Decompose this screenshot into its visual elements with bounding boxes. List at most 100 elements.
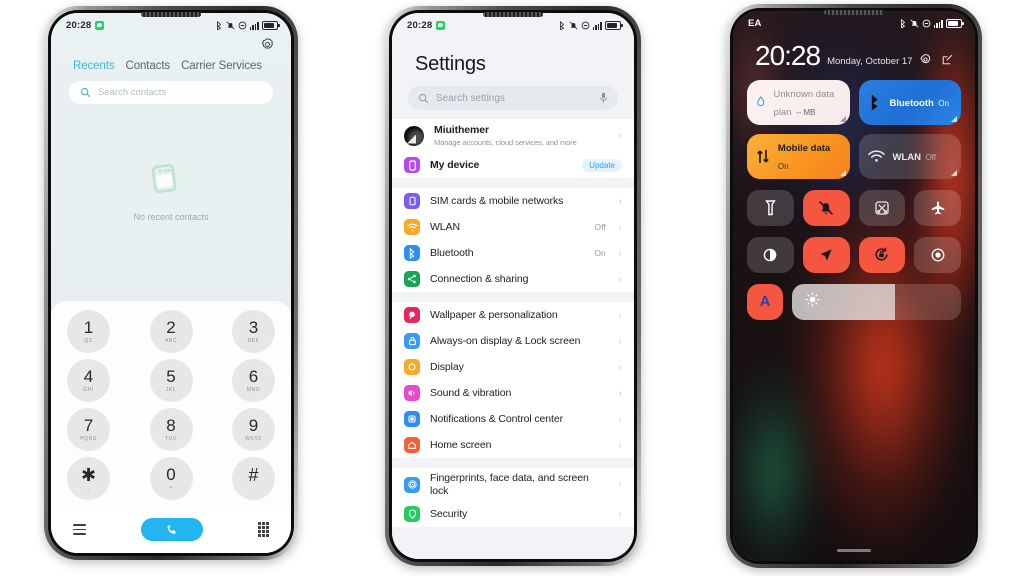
status-left: 20:28: [66, 20, 105, 31]
dialpad-key-star[interactable]: ✱,: [67, 457, 110, 500]
page-title: Settings: [415, 53, 486, 75]
bluetooth-tile[interactable]: Bluetooth On: [858, 79, 961, 125]
status-right: [558, 20, 623, 31]
group-divider: [392, 292, 634, 302]
chevron-right-icon: ›: [618, 221, 622, 233]
dialpad-key-3[interactable]: 3 DEF: [232, 310, 275, 353]
dialpad-key-1[interactable]: 1 QZ: [67, 310, 110, 353]
bell-mute-icon: [819, 200, 834, 215]
alarm-mute-icon: [910, 19, 919, 28]
tab-carrier-services[interactable]: Carrier Services: [181, 60, 262, 72]
settings-row-wallpaper[interactable]: Wallpaper & personalization ›: [392, 302, 634, 328]
dialpad-key-4[interactable]: 4 GHI: [67, 359, 110, 402]
dialpad-key-0[interactable]: 0 +: [149, 457, 193, 500]
hamburger-menu-icon[interactable]: [73, 524, 86, 535]
auto-rotate-toggle[interactable]: [858, 236, 906, 273]
tile-expand-corner[interactable]: [951, 169, 957, 176]
alarm-mute-icon: [226, 21, 235, 30]
settings-row-display[interactable]: Display ›: [392, 354, 634, 380]
search-settings-input[interactable]: Search settings: [408, 86, 618, 110]
dialpad-key-9[interactable]: 9 WXYZ: [232, 408, 275, 451]
data-usage-tile[interactable]: Unknown data plan -- MB: [747, 79, 850, 125]
silent-mode-toggle[interactable]: [802, 189, 850, 226]
earpiece-speaker: [483, 12, 543, 17]
settings-group-personalization: Wallpaper & personalization › Always-on …: [392, 302, 634, 458]
settings-row-connection-sharing[interactable]: Connection & sharing ›: [392, 266, 634, 292]
wlan-tile[interactable]: WLAN Off: [858, 133, 961, 179]
settings-gear-icon[interactable]: [919, 53, 932, 66]
key-letters: PQRS: [80, 436, 97, 442]
flashlight-toggle[interactable]: [747, 189, 794, 226]
empty-contacts-illustration: [151, 163, 189, 195]
settings-group-security: Fingerprints, face data, and screen lock…: [392, 468, 634, 527]
search-placeholder: Search settings: [436, 92, 505, 104]
settings-row-my-device[interactable]: My device Update: [392, 152, 634, 178]
row-label: Security: [430, 507, 468, 520]
sim-card-icon: [404, 193, 420, 209]
clock-widget: 20:28 Monday, October 17: [733, 29, 975, 70]
dialpad-key-5[interactable]: 5 JKL: [149, 359, 193, 402]
airplane-mode-toggle[interactable]: [914, 189, 961, 226]
settings-list[interactable]: Miuithemer Manage accounts, cloud servic…: [392, 119, 634, 559]
data-drop-icon: [757, 96, 765, 107]
screenshot-toggle[interactable]: [858, 189, 906, 226]
tile-expand-corner[interactable]: [951, 115, 957, 122]
tab-recents[interactable]: Recents: [73, 60, 115, 72]
dnd-icon: [238, 21, 246, 30]
microphone-icon[interactable]: [599, 92, 608, 104]
status-badge[interactable]: Update: [582, 158, 622, 172]
dialpad-row: 7 PQRS 8 TUV 9 WXYZ: [67, 408, 275, 451]
settings-row-bluetooth[interactable]: Bluetooth On ›: [392, 240, 634, 266]
search-placeholder: Search contacts: [98, 87, 167, 98]
dialer-bottom-bar: [51, 510, 291, 553]
settings-row-home-screen[interactable]: Home screen ›: [392, 432, 634, 458]
notifications-icon: [404, 411, 420, 427]
mobile-data-tile[interactable]: Mobile data On: [747, 133, 850, 179]
settings-row-sound-vibration[interactable]: Sound & vibration ›: [392, 380, 634, 406]
key-letters: ,: [87, 485, 90, 492]
row-sublabel: Manage accounts, cloud services, and mor…: [434, 137, 577, 147]
tile-value: On: [938, 99, 949, 109]
settings-row-miuithemer[interactable]: Miuithemer Manage accounts, cloud servic…: [392, 119, 634, 152]
dark-mode-toggle[interactable]: [747, 236, 794, 273]
whatsapp-icon: [436, 21, 446, 30]
alarm-mute-icon: [569, 21, 578, 30]
edit-icon[interactable]: [941, 53, 954, 66]
tile-expand-corner[interactable]: [839, 115, 846, 122]
tab-contacts[interactable]: Contacts: [126, 60, 171, 72]
tile-text: Unknown data plan -- MB: [774, 84, 841, 120]
home-indicator-bar[interactable]: [733, 549, 975, 561]
dialpad-key-6[interactable]: 6 MNO: [232, 359, 275, 402]
chevron-right-icon: ›: [618, 479, 622, 490]
chevron-right-icon: ›: [618, 361, 622, 373]
font-size-tile[interactable]: A: [747, 283, 783, 320]
dialpad-key-7[interactable]: 7 PQRS: [67, 408, 110, 451]
brightness-slider[interactable]: [792, 283, 961, 320]
tile-expand-corner[interactable]: [839, 169, 846, 176]
dialpad-icon[interactable]: [258, 521, 269, 538]
search-input[interactable]: Search contacts: [69, 81, 273, 104]
row-label-block: Miuithemer Manage accounts, cloud servic…: [434, 124, 609, 147]
settings-row-notifications[interactable]: Notifications & Control center ›: [392, 406, 634, 432]
dialpad-key-hash[interactable]: #: [232, 457, 275, 500]
row-label: Always-on display & Lock screen: [430, 334, 581, 347]
settings-row-always-on-display[interactable]: Always-on display & Lock screen ›: [392, 328, 634, 354]
bluetooth-icon: [559, 21, 564, 30]
display-icon: [404, 359, 420, 375]
flashlight-icon: [765, 199, 776, 215]
key-digit: 4: [83, 367, 94, 386]
row-label: Connection & sharing: [430, 272, 529, 285]
phone-call-button[interactable]: [141, 518, 204, 541]
settings-row-security[interactable]: Security ›: [392, 501, 634, 527]
location-toggle[interactable]: [802, 236, 850, 273]
dialpad-row: ✱, 0 + #: [67, 457, 275, 500]
settings-row-sim-cards[interactable]: SIM cards & mobile networks ›: [392, 188, 634, 214]
screen-recorder-toggle[interactable]: [914, 236, 961, 273]
settings-row-fingerprints[interactable]: Fingerprints, face data, and screen lock…: [392, 468, 634, 501]
settings-screen: 20:28 Settings Search settings Miuitheme…: [392, 13, 634, 559]
dialpad-key-2[interactable]: 2 ABC: [149, 310, 193, 353]
dialpad-key-8[interactable]: 8 TUV: [149, 408, 193, 451]
gear-icon[interactable]: [260, 37, 275, 52]
settings-row-wlan[interactable]: WLAN Off ›: [392, 214, 634, 240]
dnd-icon: [922, 19, 930, 28]
